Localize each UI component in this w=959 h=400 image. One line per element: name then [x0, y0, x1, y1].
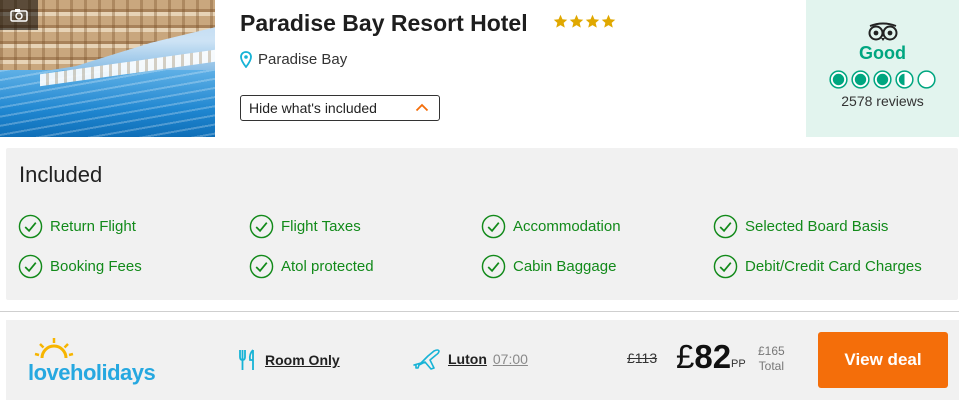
star-icon: [569, 14, 584, 28]
check-circle-icon: [713, 254, 738, 279]
included-item: Selected Board Basis: [713, 214, 888, 239]
check-circle-icon: [18, 254, 43, 279]
view-deal-button[interactable]: View deal: [818, 332, 948, 388]
star-rating: [553, 14, 616, 29]
bubble-full-icon: [873, 70, 892, 89]
hide-included-label: Hide what's included: [249, 100, 377, 116]
star-icon: [601, 14, 616, 28]
included-item-label: Return Flight: [50, 218, 136, 235]
camera-icon[interactable]: [0, 0, 38, 30]
included-item: Flight Taxes: [249, 214, 361, 239]
included-item: Booking Fees: [18, 254, 142, 279]
bubble-empty-icon: [917, 70, 936, 89]
review-count[interactable]: 2578 reviews: [841, 93, 924, 109]
deal-row: loveholidays Room Only Luton 07:00 £113 …: [6, 320, 959, 400]
map-pin-icon: [240, 51, 252, 68]
included-item-label: Atol protected: [281, 258, 374, 275]
price-amount: 82: [694, 338, 732, 375]
per-person-label: PP: [731, 358, 746, 370]
bubble-full-icon: [851, 70, 870, 89]
photo-pool: [0, 70, 215, 137]
cutlery-icon: [239, 349, 254, 370]
board-basis-label[interactable]: Room Only: [265, 352, 340, 368]
included-panel: Included Return Flight Flight Taxes Accomm…: [6, 148, 958, 300]
old-price: £113: [627, 350, 658, 366]
included-item-label: Booking Fees: [50, 258, 142, 275]
check-circle-icon: [481, 254, 506, 279]
star-icon: [585, 14, 600, 28]
included-item-label: Debit/Credit Card Charges: [745, 258, 922, 275]
tripadvisor-owl-icon: [868, 22, 897, 41]
check-circle-icon: [481, 214, 506, 239]
included-item: Return Flight: [18, 214, 136, 239]
chevron-up-icon: [415, 103, 429, 112]
included-item-label: Selected Board Basis: [745, 218, 889, 235]
sun-logo-icon: [34, 338, 74, 359]
included-item: Atol protected: [249, 254, 374, 279]
total-price: £165 Total: [758, 344, 785, 374]
included-title: Included: [19, 162, 103, 187]
plane-icon: [413, 349, 440, 370]
check-circle-icon: [713, 214, 738, 239]
price-per-person: £82: [676, 338, 731, 376]
price-currency: £: [676, 338, 695, 375]
bubble-full-icon: [829, 70, 848, 89]
flight-info: Luton 07:00: [412, 348, 528, 370]
hotel-photo[interactable]: [0, 0, 215, 137]
included-item-label: Flight Taxes: [281, 218, 361, 235]
bubble-half-icon: [895, 70, 914, 89]
departure-airport[interactable]: Luton: [448, 351, 487, 367]
total-label: Total: [758, 359, 785, 373]
hotel-location: Paradise Bay: [240, 51, 347, 68]
brand-name: loveholidays: [28, 360, 156, 385]
board-basis: Room Only: [237, 348, 340, 372]
departure-time[interactable]: 07:00: [493, 351, 528, 367]
bubble-rating: [829, 70, 936, 89]
included-item: Accommodation: [481, 214, 621, 239]
total-price-value: £165: [758, 344, 785, 358]
included-item-label: Accommodation: [513, 218, 621, 235]
star-icon: [553, 14, 568, 28]
divider: [0, 311, 959, 312]
hide-included-button[interactable]: Hide what's included: [240, 95, 440, 121]
included-item-label: Cabin Baggage: [513, 258, 617, 275]
hotel-name[interactable]: Paradise Bay Resort Hotel: [240, 10, 528, 37]
included-item: Cabin Baggage: [481, 254, 616, 279]
check-circle-icon: [18, 214, 43, 239]
review-summary[interactable]: Good 2578 reviews: [806, 0, 959, 137]
check-circle-icon: [249, 254, 274, 279]
location-label: Paradise Bay: [258, 51, 348, 68]
rating-word: Good: [859, 43, 906, 63]
included-item: Debit/Credit Card Charges: [713, 254, 922, 279]
check-circle-icon: [249, 214, 274, 239]
